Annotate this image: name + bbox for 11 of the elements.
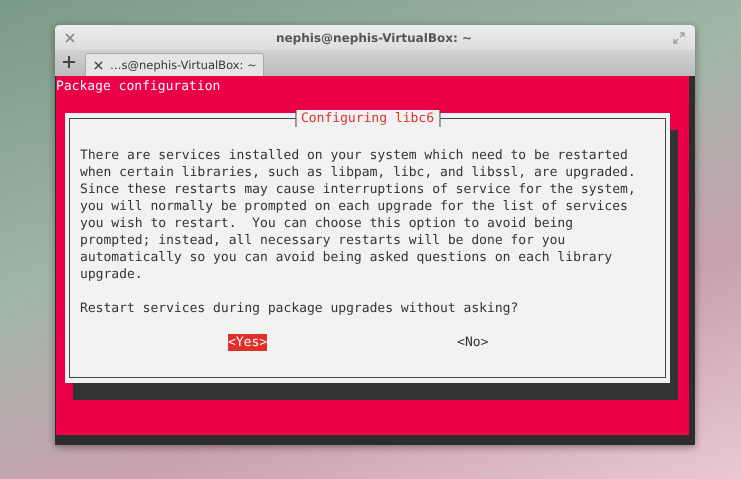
window-title: nephis@nephis-VirtualBox: ~ [274, 30, 473, 44]
add-tab-icon[interactable] [63, 56, 75, 68]
terminal-tab[interactable]: …s@nephis-VirtualBox: ~ [85, 53, 264, 76]
close-icon[interactable] [65, 32, 75, 42]
dialog-button[interactable]: <No> [457, 334, 488, 351]
dialog-message: There are services installed on your system which need to be restarted when certain libraries, such as libpam, libc, and libssl, are upgraded. Since these restarts may cause interruptions of service for the system, you will normally be prompted on each upgrade for the list of services you wish to restart. You can choose this option to avoid being prompted; instead, all necessary restarts will be done for you automatically so you can avoid being asked questions on each library upgrade. [80, 147, 637, 283]
close-tab-icon[interactable] [94, 60, 103, 70]
dialog-button[interactable]: <Yes> [228, 334, 268, 351]
dialog-title: Configuring libc6 [294, 110, 440, 127]
screen-header: Package configuration [56, 78, 222, 95]
dialog-question: Restart services during package upgrades without asking? [80, 300, 520, 317]
